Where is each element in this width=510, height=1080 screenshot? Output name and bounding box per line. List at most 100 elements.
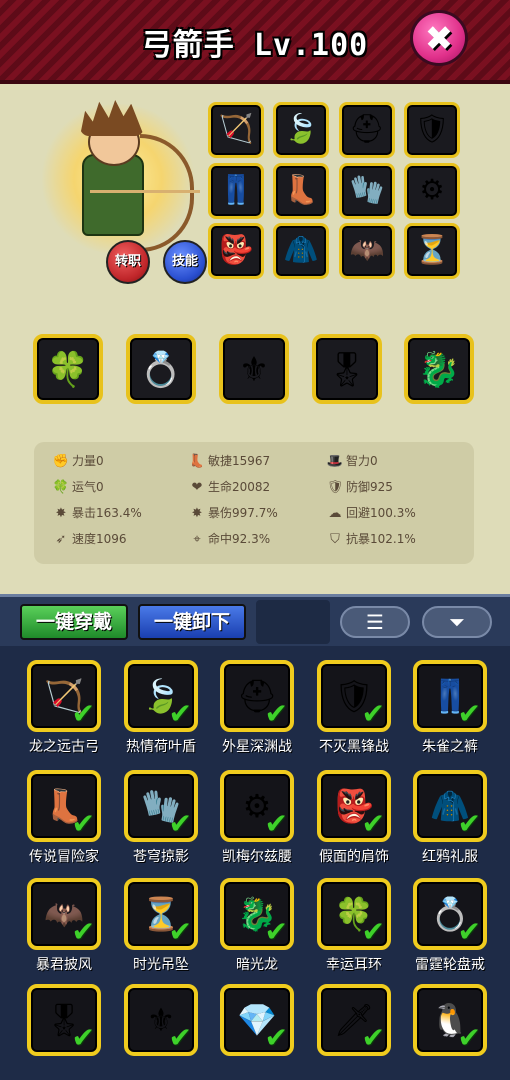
list-view-button[interactable]: ☰ [340, 606, 410, 638]
equip-all-button[interactable]: 一键穿戴 [20, 604, 128, 640]
inventory-item[interactable]: 🍃 ✔ 热情荷叶盾 [116, 652, 206, 758]
stat-icon: 🍀 [52, 480, 70, 495]
equipped-check-icon: ✔ [264, 915, 288, 948]
inventory-item[interactable]: ⛑ ✔ 外星深渊战 [212, 652, 302, 758]
stat-entry: ❤ 生命20082 [188, 478, 271, 500]
inventory-item[interactable]: 🛡 ✔ 不灭黑锋战 [309, 652, 399, 758]
item-frame: ⚙ ✔ [220, 770, 294, 842]
hourglass-pendant-icon: ⏳ [414, 233, 450, 266]
accessory-slot[interactable]: 💍 [126, 334, 196, 404]
equipped-slot[interactable]: 🍃 [273, 102, 329, 158]
equipped-check-icon: ✔ [264, 807, 288, 840]
accessory-slot[interactable]: ⚜ [219, 334, 289, 404]
equipped-slot[interactable]: 🦇 [339, 223, 395, 279]
equipped-slot[interactable]: 👖 [208, 163, 264, 219]
equipped-slot[interactable]: 🧥 [273, 223, 329, 279]
emblem-icon: ⚜ [238, 350, 270, 390]
inventory-item[interactable]: ⚜ ✔ [116, 976, 206, 1080]
filter-button[interactable]: ⏷ [422, 606, 492, 638]
equipped-check-icon: ✔ [168, 915, 192, 948]
item-frame: 🐧 ✔ [413, 984, 487, 1056]
skill-button[interactable]: 技能 [163, 240, 207, 284]
item-frame: 🧤 ✔ [124, 770, 198, 842]
stat-entry: 🎩 智力0 [326, 452, 378, 474]
inventory-item[interactable]: 🍀 ✔ 幸运耳环 [309, 870, 399, 976]
equipped-slot[interactable]: ⛑ [339, 102, 395, 158]
item-name: 外星深渊战 [222, 739, 292, 755]
inventory-item[interactable]: 🐧 ✔ [405, 976, 495, 1080]
item-frame: 👺 ✔ [317, 770, 391, 842]
stat-icon: ✊ [52, 454, 70, 469]
equipped-check-icon: ✔ [71, 807, 95, 840]
leaf-shield-icon: 🍃 [283, 112, 319, 145]
equipped-check-icon: ✔ [71, 697, 95, 730]
equipped-check-icon: ✔ [361, 807, 385, 840]
equipped-slot[interactable]: ⚙ [404, 163, 460, 219]
stat-icon: ❤ [191, 480, 203, 495]
equipped-slot[interactable]: 👺 [208, 223, 264, 279]
item-name: 传说冒险家 [29, 849, 99, 865]
equipped-check-icon: ✔ [361, 697, 385, 730]
inventory-item[interactable]: 🎖 ✔ [19, 976, 109, 1080]
inventory-item[interactable]: 👢 ✔ 传说冒险家 [19, 762, 109, 868]
item-name: 不灭黑锋战 [319, 739, 389, 755]
item-frame: 🦇 ✔ [27, 878, 101, 950]
stat-icon: 👢 [188, 454, 206, 469]
accessory-slot[interactable]: 🍀 [33, 334, 103, 404]
inventory-item[interactable]: 💍 ✔ 雷霆轮盘戒 [405, 870, 495, 976]
inventory-item[interactable]: 🗡 ✔ [309, 976, 399, 1080]
inventory-item[interactable]: 🐉 ✔ 暗光龙 [212, 870, 302, 976]
stat-text: 暴伤997.7% [208, 506, 278, 520]
inventory-item[interactable]: 🧤 ✔ 苍穹掠影 [116, 762, 206, 868]
equipped-check-icon: ✔ [71, 915, 95, 948]
equipped-slot[interactable]: 🏹 [208, 102, 264, 158]
job-change-button[interactable]: 转职 [106, 240, 150, 284]
stat-text: 防御925 [346, 480, 393, 494]
item-frame: ⚜ ✔ [124, 984, 198, 1056]
inventory-item[interactable]: ⏳ ✔ 时光吊坠 [116, 870, 206, 976]
item-name: 红鸦礼服 [422, 849, 478, 865]
accessory-slot[interactable]: 🐉 [404, 334, 474, 404]
item-frame: 🧥 ✔ [413, 770, 487, 842]
stat-icon: ➶ [55, 532, 67, 547]
stat-icon: ✸ [55, 506, 67, 521]
equipped-slot[interactable]: 👢 [273, 163, 329, 219]
mask-icon: 👺 [218, 233, 254, 266]
item-frame: 🎖 ✔ [27, 984, 101, 1056]
equipped-slot[interactable]: 🛡 [404, 102, 460, 158]
inventory-item[interactable]: 🧥 ✔ 红鸦礼服 [405, 762, 495, 868]
inventory-item[interactable]: 👖 ✔ 朱雀之裤 [405, 652, 495, 758]
item-name: 时光吊坠 [133, 957, 189, 973]
stat-entry: ☁ 回避100.3% [326, 504, 416, 526]
item-name: 雷霆轮盘戒 [415, 957, 485, 973]
inventory-item[interactable]: 👺 ✔ 假面的肩饰 [309, 762, 399, 868]
stat-text: 抗暴102.1% [346, 532, 416, 546]
item-name: 暴君披风 [36, 957, 92, 973]
inventory-item[interactable]: 💎 ✔ [212, 976, 302, 1080]
equipped-slot[interactable]: ⏳ [404, 223, 460, 279]
stat-text: 生命20082 [208, 480, 271, 494]
gauntlet-icon: 🧤 [349, 173, 385, 206]
hero-body [82, 154, 144, 236]
stat-entry: ⛉ 抗暴102.1% [326, 530, 416, 552]
equipment-screen: 弓箭手 Lv.100 ✖ 转职 技能 🏹 🍃 ⛑ 🛡 👖 👢 🧤 ⚙ 👺 🧥 🦇 ⏳ 🍀 💍 ⚜ 🎖 🐉 ✊ 力… [0, 0, 510, 1080]
clover-earring-icon: 🍀 [46, 350, 90, 390]
inventory-item[interactable]: 🏹 ✔ 龙之远古弓 [19, 652, 109, 758]
stat-entry: 🛡 防御925 [326, 478, 393, 500]
stat-icon: 🎩 [326, 454, 344, 469]
equipped-check-icon: ✔ [457, 1021, 481, 1054]
unequip-all-button[interactable]: 一键卸下 [138, 604, 246, 640]
inventory-item[interactable]: 🦇 ✔ 暴君披风 [19, 870, 109, 976]
close-button[interactable]: ✖ [410, 10, 468, 66]
item-frame: 🍃 ✔ [124, 660, 198, 732]
equipped-slot[interactable]: 🧤 [339, 163, 395, 219]
stat-text: 力量0 [72, 454, 104, 468]
inventory-item[interactable]: ⚙ ✔ 凯梅尔兹腰 [212, 762, 302, 868]
equipped-check-icon: ✔ [168, 697, 192, 730]
equipped-check-icon: ✔ [361, 915, 385, 948]
item-frame: 🛡 ✔ [317, 660, 391, 732]
stat-icon: ☁ [328, 506, 342, 521]
item-frame: 💍 ✔ [413, 878, 487, 950]
ring-icon: 💍 [139, 350, 183, 390]
accessory-slot[interactable]: 🎖 [312, 334, 382, 404]
